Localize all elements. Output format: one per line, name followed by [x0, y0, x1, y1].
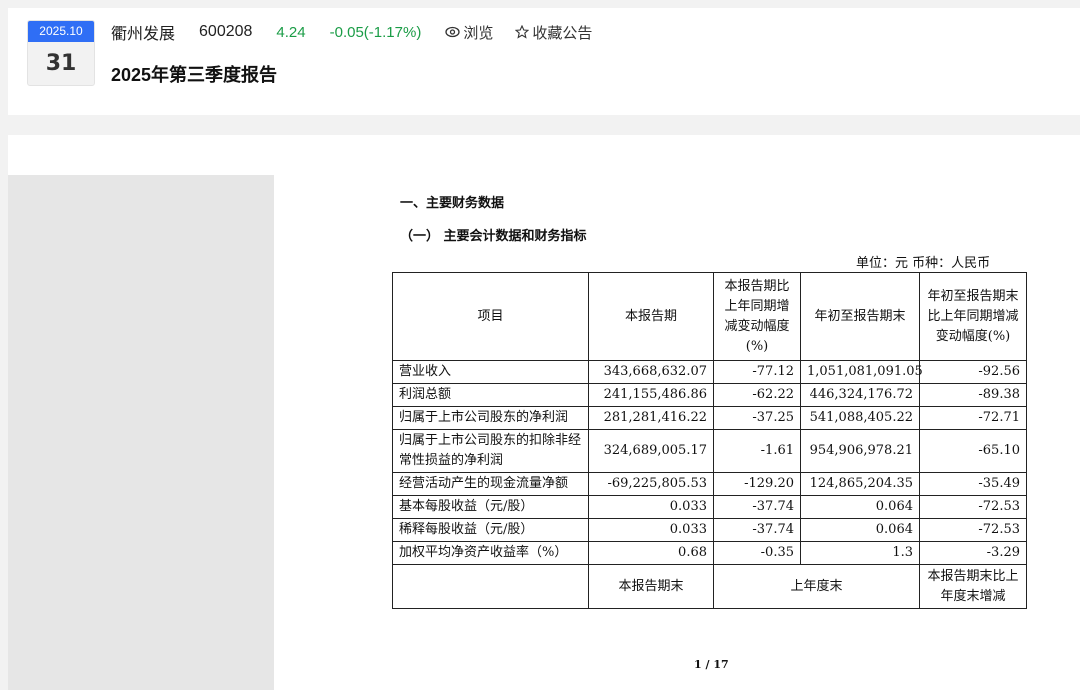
table-row: 稀释每股收益（元/股） 0.033 -37.74 0.064 -72.53 — [392, 518, 1027, 542]
cell-value: -72.71 — [919, 406, 1027, 430]
cell-value: 446,324,176.72 — [800, 383, 920, 407]
thumbnail-panel[interactable] — [8, 175, 274, 690]
cell-value: -72.53 — [919, 495, 1027, 519]
date-day: 31 — [45, 51, 77, 76]
financial-data-table: 项目 本报告期 本报告期比上年同期增减变动幅度(%) 年初至报告期末 年初至报告… — [392, 272, 1027, 609]
table-row: 加权平均净资产收益率（%） 0.68 -0.35 1.3 -3.29 — [392, 541, 1027, 565]
footer-cell — [392, 564, 589, 609]
header-cell: 年初至报告期末比上年同期增减变动幅度(%) — [919, 272, 1027, 361]
stock-code[interactable]: 600208 — [199, 23, 252, 41]
row-label: 稀释每股收益（元/股） — [392, 518, 589, 542]
cell-value: 0.033 — [588, 518, 714, 542]
cell-value: -37.74 — [713, 495, 801, 519]
cell-value: 1,051,081,091.05 — [800, 360, 923, 384]
table-row: 归属于上市公司股东的净利润 281,281,416.22 -37.25 541,… — [392, 406, 1027, 430]
stock-price: 4.24 — [276, 23, 306, 41]
cell-value: 0.033 — [588, 495, 714, 519]
row-label: 归属于上市公司股东的净利润 — [392, 406, 589, 430]
page-number: 1 / 17 — [694, 658, 729, 671]
cell-value: -35.49 — [919, 472, 1027, 496]
pdf-page: 一、主要财务数据 （一） 主要会计数据和财务指标 单位：元 币种：人民币 项目 … — [274, 135, 1080, 690]
row-label: 营业收入 — [392, 360, 589, 384]
row-label: 基本每股收益（元/股） — [392, 495, 589, 519]
date-badge: 2025.10 31 — [27, 20, 95, 86]
cell-value: -1.61 — [713, 429, 801, 473]
cell-value: -37.74 — [713, 518, 801, 542]
row-label: 加权平均净资产收益率（%） — [392, 541, 589, 565]
cell-value: 541,088,405.22 — [800, 406, 920, 430]
table-header-row: 项目 本报告期 本报告期比上年同期增减变动幅度(%) 年初至报告期末 年初至报告… — [392, 272, 1027, 361]
table-row: 归属于上市公司股东的扣除非经常性损益的净利润 324,689,005.17 -1… — [392, 429, 1027, 473]
header-cell: 本报告期 — [588, 272, 714, 361]
stock-name[interactable]: 衢州发展 — [111, 20, 175, 44]
footer-cell: 本报告期末比上年度末增减 — [919, 564, 1027, 609]
cell-value: 124,865,204.35 — [800, 472, 920, 496]
header-cell: 项目 — [392, 272, 589, 361]
cell-value: 241,155,486.86 — [588, 383, 714, 407]
table-row: 基本每股收益（元/股） 0.033 -37.74 0.064 -72.53 — [392, 495, 1027, 519]
row-label: 归属于上市公司股东的扣除非经常性损益的净利润 — [392, 429, 589, 473]
cell-value: -62.22 — [713, 383, 801, 407]
cell-value: -0.35 — [713, 541, 801, 565]
cell-value: -77.12 — [713, 360, 801, 384]
eye-icon — [445, 26, 460, 38]
cell-value: 1.3 — [800, 541, 920, 565]
section-heading-2: （一） 主要会计数据和财务指标 — [400, 229, 587, 244]
cell-value: -69,225,805.53 — [588, 472, 714, 496]
footer-cell: 本报告期末 — [588, 564, 714, 609]
section-heading-1: 一、主要财务数据 — [400, 196, 505, 211]
cell-value: 281,281,416.22 — [588, 406, 714, 430]
stock-info-row: 衢州发展 600208 4.24 -0.05(-1.17%) 浏览 收藏公告 — [111, 20, 614, 44]
footer-cell: 上年度末 — [713, 564, 920, 609]
browse-label: 浏览 — [463, 24, 494, 42]
table-footer-row: 本报告期末 上年度末 本报告期末比上年度末增减 — [392, 564, 1027, 609]
cell-value: -129.20 — [713, 472, 801, 496]
cell-value: 954,906,978.21 — [800, 429, 920, 473]
cell-value: 0.064 — [800, 495, 920, 519]
table-row: 经营活动产生的现金流量净额 -69,225,805.53 -129.20 124… — [392, 472, 1027, 496]
cell-value: 0.064 — [800, 518, 920, 542]
cell-value: -92.56 — [919, 360, 1027, 384]
favorite-label: 收藏公告 — [532, 24, 593, 42]
cell-value: -72.53 — [919, 518, 1027, 542]
row-label: 利润总额 — [392, 383, 589, 407]
currency-unit-note: 单位：元 币种：人民币 — [856, 256, 991, 271]
table-row: 营业收入 343,668,632.07 -77.12 1,051,081,091… — [392, 360, 1027, 384]
browse-button[interactable]: 浏览 — [445, 22, 493, 43]
favorite-button[interactable]: 收藏公告 — [515, 22, 592, 43]
announcement-header: 2025.10 31 衢州发展 600208 4.24 -0.05(-1.17%… — [0, 0, 1080, 115]
cell-value: -37.25 — [713, 406, 801, 430]
cell-value: 324,689,005.17 — [588, 429, 714, 473]
header-cell: 年初至报告期末 — [800, 272, 920, 361]
header-cell: 本报告期比上年同期增减变动幅度(%) — [713, 272, 801, 361]
cell-value: -89.38 — [919, 383, 1027, 407]
cell-value: 0.68 — [588, 541, 714, 565]
cell-value: -3.29 — [919, 541, 1027, 565]
cell-value: 343,668,632.07 — [588, 360, 714, 384]
table-row: 利润总额 241,155,486.86 -62.22 446,324,176.7… — [392, 383, 1027, 407]
row-label: 经营活动产生的现金流量净额 — [392, 472, 589, 496]
report-title: 2025年第三季度报告 — [111, 65, 278, 85]
cell-value: -65.10 — [919, 429, 1027, 473]
star-icon — [515, 25, 530, 39]
stock-change: -0.05(-1.17%) — [329, 23, 422, 41]
date-month: 2025.10 — [28, 21, 94, 42]
